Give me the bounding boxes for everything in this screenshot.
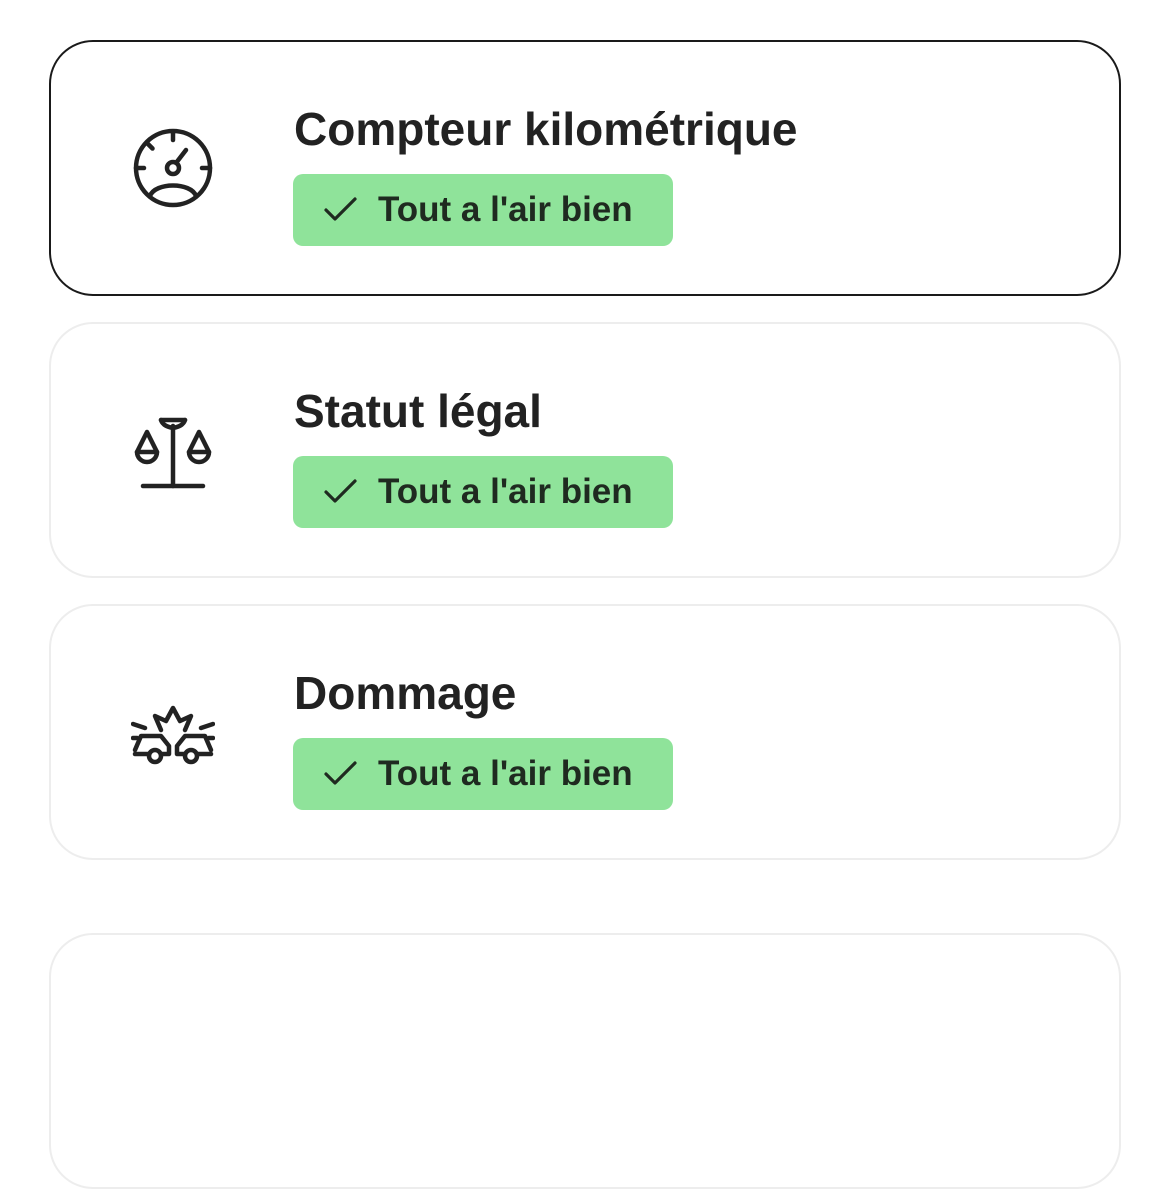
status-label: Tout a l'air bien	[378, 190, 633, 229]
status-label: Tout a l'air bien	[378, 754, 633, 793]
check-card-odometer[interactable]: Compteur kilométrique Tout a l'air bien	[49, 40, 1121, 296]
status-label: Tout a l'air bien	[378, 472, 633, 511]
check-card-legal-status[interactable]: Statut légal Tout a l'air bien	[49, 322, 1121, 578]
speedometer-icon	[131, 126, 215, 210]
checkmark-icon	[323, 474, 359, 510]
checkmark-icon	[323, 192, 359, 228]
checkmark-icon	[323, 756, 359, 792]
car-collision-icon	[131, 690, 215, 774]
check-title: Statut légal	[294, 385, 542, 437]
check-title: Dommage	[294, 667, 517, 719]
check-title: Compteur kilométrique	[294, 103, 798, 155]
status-badge: Tout a l'air bien	[293, 456, 673, 528]
status-badge: Tout a l'air bien	[293, 174, 673, 246]
status-badge: Tout a l'air bien	[293, 738, 673, 810]
check-card-damage[interactable]: Dommage Tout a l'air bien	[49, 604, 1121, 860]
check-card-next[interactable]	[49, 933, 1121, 1189]
scales-of-justice-icon	[131, 408, 215, 492]
